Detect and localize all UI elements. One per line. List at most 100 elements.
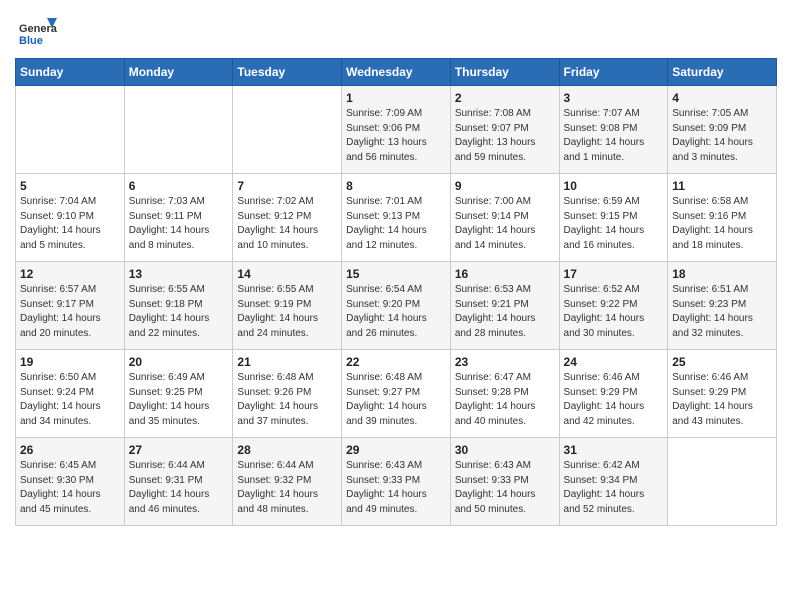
day-number: 2 (455, 91, 555, 105)
day-info: Sunrise: 6:50 AM Sunset: 9:24 PM Dayligh… (20, 371, 120, 429)
calendar-cell (233, 86, 342, 174)
day-info: Sunrise: 6:46 AM Sunset: 9:29 PM Dayligh… (564, 371, 664, 429)
calendar-cell (668, 438, 777, 526)
day-number: 6 (129, 179, 229, 193)
calendar-cell: 22 Sunrise: 6:48 AM Sunset: 9:27 PM Dayli… (342, 350, 451, 438)
day-info: Sunrise: 6:47 AM Sunset: 9:28 PM Dayligh… (455, 371, 555, 429)
day-number: 13 (129, 267, 229, 281)
day-info: Sunrise: 6:58 AM Sunset: 9:16 PM Dayligh… (672, 195, 772, 253)
calendar-week-1: 1 Sunrise: 7:09 AM Sunset: 9:06 PM Daylig… (16, 86, 777, 174)
calendar-cell: 28 Sunrise: 6:44 AM Sunset: 9:32 PM Dayli… (233, 438, 342, 526)
day-info: Sunrise: 6:54 AM Sunset: 9:20 PM Dayligh… (346, 283, 446, 341)
day-info: Sunrise: 6:55 AM Sunset: 9:18 PM Dayligh… (129, 283, 229, 341)
header-saturday: Saturday (668, 59, 777, 86)
day-number: 24 (564, 355, 664, 369)
calendar-cell: 24 Sunrise: 6:46 AM Sunset: 9:29 PM Dayli… (559, 350, 668, 438)
day-number: 3 (564, 91, 664, 105)
day-info: Sunrise: 6:59 AM Sunset: 9:15 PM Dayligh… (564, 195, 664, 253)
day-info: Sunrise: 6:46 AM Sunset: 9:29 PM Dayligh… (672, 371, 772, 429)
day-number: 21 (237, 355, 337, 369)
calendar-cell: 13 Sunrise: 6:55 AM Sunset: 9:18 PM Dayli… (124, 262, 233, 350)
day-number: 25 (672, 355, 772, 369)
calendar-cell: 8 Sunrise: 7:01 AM Sunset: 9:13 PM Daylig… (342, 174, 451, 262)
day-info: Sunrise: 6:53 AM Sunset: 9:21 PM Dayligh… (455, 283, 555, 341)
calendar-cell: 4Sunrise: 7:05 AM Sunset: 9:09 PM Daylig… (668, 86, 777, 174)
logo: General Blue (15, 10, 61, 52)
day-info: Sunrise: 7:09 AM Sunset: 9:06 PM Dayligh… (346, 107, 446, 165)
day-info: Sunrise: 6:44 AM Sunset: 9:31 PM Dayligh… (129, 459, 229, 517)
day-info: Sunrise: 6:48 AM Sunset: 9:27 PM Dayligh… (346, 371, 446, 429)
header-thursday: Thursday (450, 59, 559, 86)
calendar-header-row: SundayMondayTuesdayWednesdayThursdayFrid… (16, 59, 777, 86)
day-number: 7 (237, 179, 337, 193)
day-info: Sunrise: 7:02 AM Sunset: 9:12 PM Dayligh… (237, 195, 337, 253)
day-number: 15 (346, 267, 446, 281)
calendar-cell: 21 Sunrise: 6:48 AM Sunset: 9:26 PM Dayli… (233, 350, 342, 438)
calendar-cell: 16Sunrise: 6:53 AM Sunset: 9:21 PM Dayli… (450, 262, 559, 350)
day-info: Sunrise: 6:45 AM Sunset: 9:30 PM Dayligh… (20, 459, 120, 517)
day-info: Sunrise: 7:08 AM Sunset: 9:07 PM Dayligh… (455, 107, 555, 165)
calendar-cell: 7 Sunrise: 7:02 AM Sunset: 9:12 PM Daylig… (233, 174, 342, 262)
calendar-cell: 14Sunrise: 6:55 AM Sunset: 9:19 PM Dayli… (233, 262, 342, 350)
day-number: 28 (237, 443, 337, 457)
calendar-week-5: 26 Sunrise: 6:45 AM Sunset: 9:30 PM Dayli… (16, 438, 777, 526)
day-number: 12 (20, 267, 120, 281)
calendar-week-3: 12Sunrise: 6:57 AM Sunset: 9:17 PM Dayli… (16, 262, 777, 350)
header-friday: Friday (559, 59, 668, 86)
day-info: Sunrise: 6:52 AM Sunset: 9:22 PM Dayligh… (564, 283, 664, 341)
day-info: Sunrise: 7:00 AM Sunset: 9:14 PM Dayligh… (455, 195, 555, 253)
calendar-cell: 2 Sunrise: 7:08 AM Sunset: 9:07 PM Daylig… (450, 86, 559, 174)
calendar-cell: 3Sunrise: 7:07 AM Sunset: 9:08 PM Daylig… (559, 86, 668, 174)
calendar-cell: 6Sunrise: 7:03 AM Sunset: 9:11 PM Daylig… (124, 174, 233, 262)
calendar-cell: 20 Sunrise: 6:49 AM Sunset: 9:25 PM Dayli… (124, 350, 233, 438)
calendar-cell: 26 Sunrise: 6:45 AM Sunset: 9:30 PM Dayli… (16, 438, 125, 526)
day-number: 23 (455, 355, 555, 369)
page-header: General Blue (15, 10, 777, 52)
day-info: Sunrise: 6:42 AM Sunset: 9:34 PM Dayligh… (564, 459, 664, 517)
day-info: Sunrise: 6:43 AM Sunset: 9:33 PM Dayligh… (455, 459, 555, 517)
calendar-cell: 19Sunrise: 6:50 AM Sunset: 9:24 PM Dayli… (16, 350, 125, 438)
header-wednesday: Wednesday (342, 59, 451, 86)
calendar-table: SundayMondayTuesdayWednesdayThursdayFrid… (15, 58, 777, 526)
calendar-cell: 23 Sunrise: 6:47 AM Sunset: 9:28 PM Dayli… (450, 350, 559, 438)
calendar-cell (16, 86, 125, 174)
calendar-cell: 18 Sunrise: 6:51 AM Sunset: 9:23 PM Dayli… (668, 262, 777, 350)
day-number: 20 (129, 355, 229, 369)
day-number: 27 (129, 443, 229, 457)
svg-text:Blue: Blue (19, 35, 43, 47)
calendar-cell: 12Sunrise: 6:57 AM Sunset: 9:17 PM Dayli… (16, 262, 125, 350)
day-number: 1 (346, 91, 446, 105)
calendar-week-4: 19Sunrise: 6:50 AM Sunset: 9:24 PM Dayli… (16, 350, 777, 438)
header-tuesday: Tuesday (233, 59, 342, 86)
day-number: 22 (346, 355, 446, 369)
day-info: Sunrise: 6:51 AM Sunset: 9:23 PM Dayligh… (672, 283, 772, 341)
header-monday: Monday (124, 59, 233, 86)
calendar-cell: 1 Sunrise: 7:09 AM Sunset: 9:06 PM Daylig… (342, 86, 451, 174)
calendar-week-2: 5Sunrise: 7:04 AM Sunset: 9:10 PM Daylig… (16, 174, 777, 262)
calendar-cell: 30Sunrise: 6:43 AM Sunset: 9:33 PM Dayli… (450, 438, 559, 526)
day-number: 9 (455, 179, 555, 193)
day-number: 4 (672, 91, 772, 105)
day-number: 31 (564, 443, 664, 457)
day-info: Sunrise: 6:55 AM Sunset: 9:19 PM Dayligh… (237, 283, 337, 341)
calendar-cell: 29 Sunrise: 6:43 AM Sunset: 9:33 PM Dayli… (342, 438, 451, 526)
day-info: Sunrise: 6:44 AM Sunset: 9:32 PM Dayligh… (237, 459, 337, 517)
calendar-cell (124, 86, 233, 174)
calendar-cell: 31 Sunrise: 6:42 AM Sunset: 9:34 PM Dayli… (559, 438, 668, 526)
calendar-cell: 15 Sunrise: 6:54 AM Sunset: 9:20 PM Dayli… (342, 262, 451, 350)
day-info: Sunrise: 7:01 AM Sunset: 9:13 PM Dayligh… (346, 195, 446, 253)
day-info: Sunrise: 6:48 AM Sunset: 9:26 PM Dayligh… (237, 371, 337, 429)
day-info: Sunrise: 6:43 AM Sunset: 9:33 PM Dayligh… (346, 459, 446, 517)
day-info: Sunrise: 6:49 AM Sunset: 9:25 PM Dayligh… (129, 371, 229, 429)
day-number: 29 (346, 443, 446, 457)
calendar-cell: 17 Sunrise: 6:52 AM Sunset: 9:22 PM Dayli… (559, 262, 668, 350)
day-number: 8 (346, 179, 446, 193)
day-number: 17 (564, 267, 664, 281)
calendar-cell: 5Sunrise: 7:04 AM Sunset: 9:10 PM Daylig… (16, 174, 125, 262)
calendar-cell: 25 Sunrise: 6:46 AM Sunset: 9:29 PM Dayli… (668, 350, 777, 438)
day-number: 26 (20, 443, 120, 457)
calendar-cell: 27 Sunrise: 6:44 AM Sunset: 9:31 PM Dayli… (124, 438, 233, 526)
calendar-cell: 10Sunrise: 6:59 AM Sunset: 9:15 PM Dayli… (559, 174, 668, 262)
day-number: 18 (672, 267, 772, 281)
calendar-cell: 9 Sunrise: 7:00 AM Sunset: 9:14 PM Daylig… (450, 174, 559, 262)
